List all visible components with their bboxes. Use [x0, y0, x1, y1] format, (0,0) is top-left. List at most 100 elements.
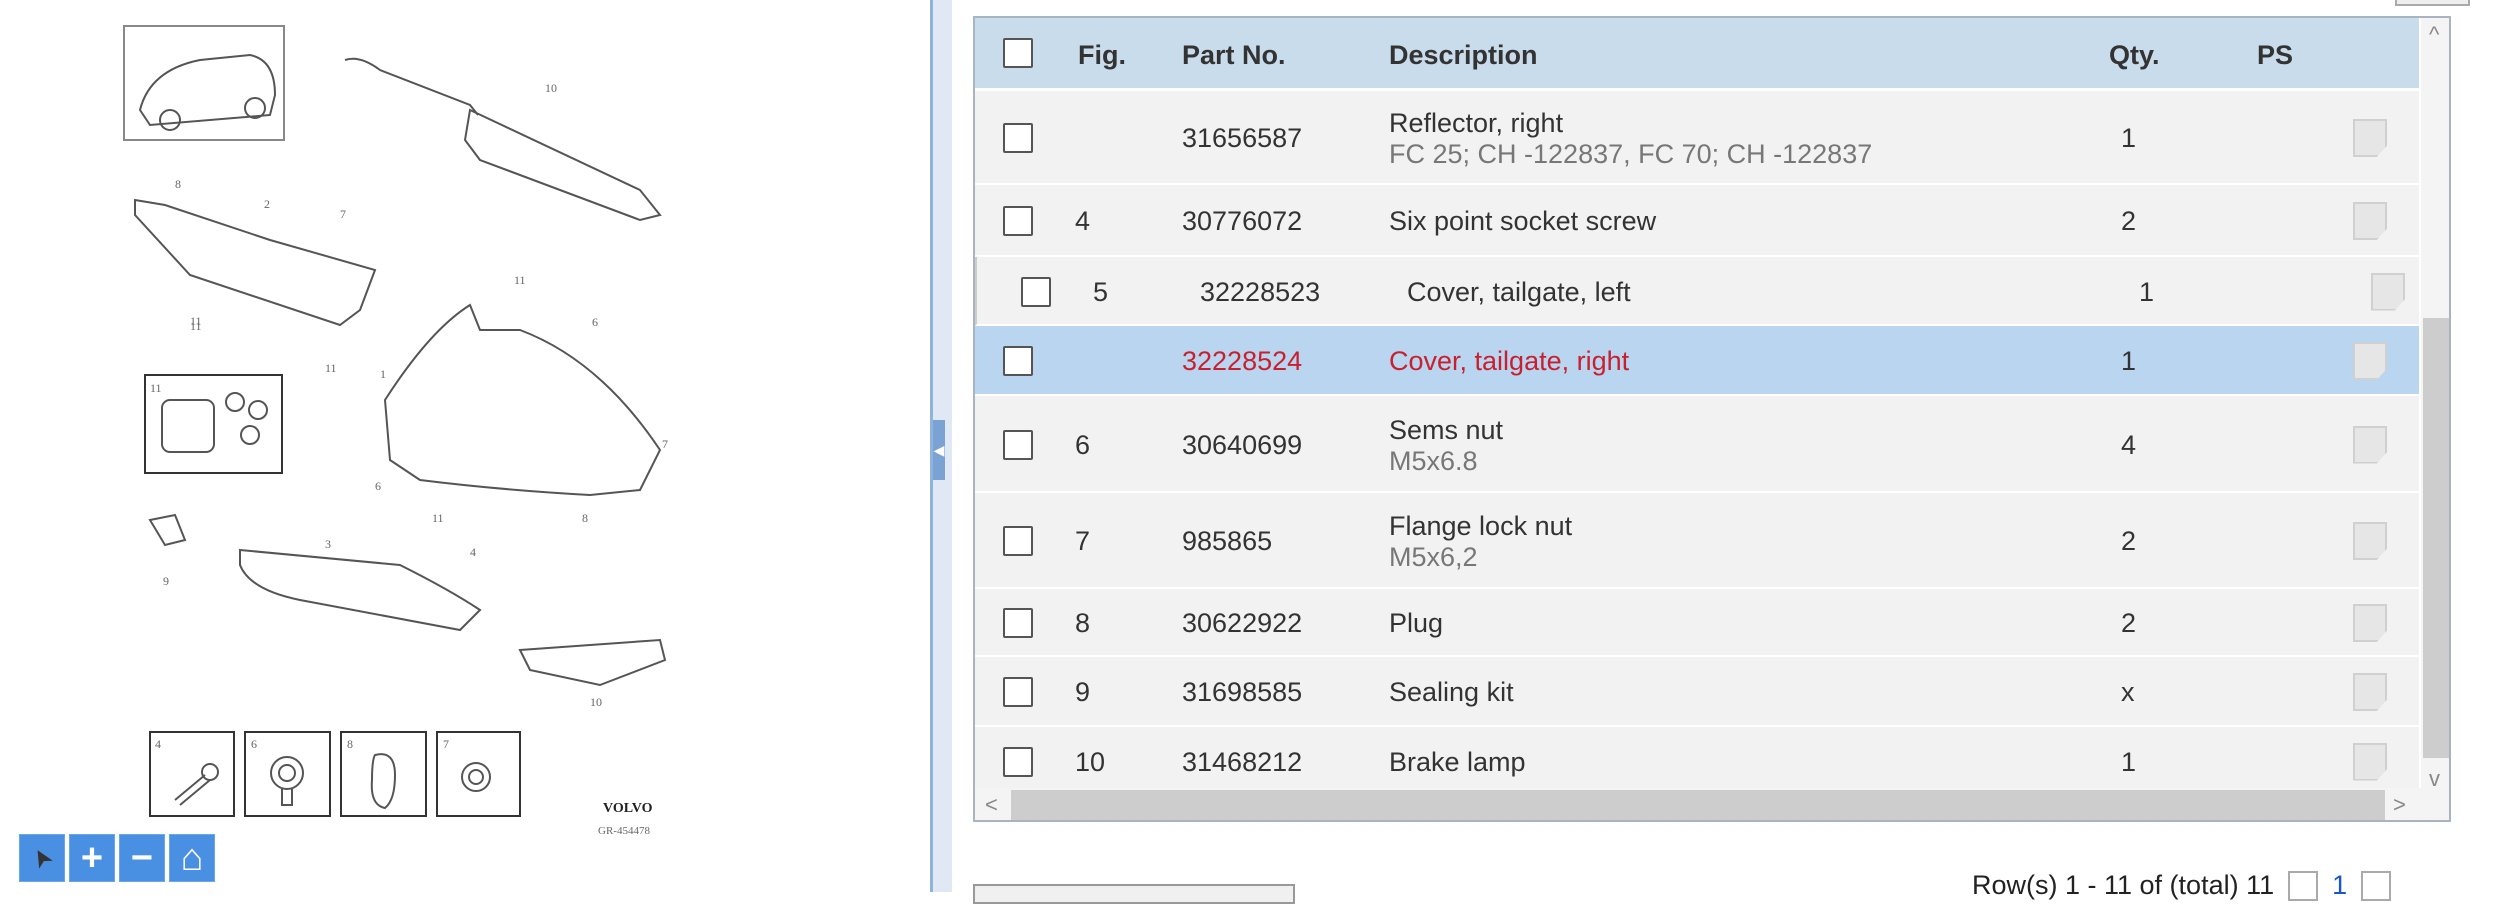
- panel-splitter[interactable]: ◀: [930, 0, 952, 892]
- part-no-cell[interactable]: 30622922: [1182, 608, 1302, 639]
- home-icon: ⌂: [180, 836, 204, 879]
- header-qty[interactable]: Qty.: [2109, 40, 2160, 71]
- table-row[interactable]: 7 985865 Flange lock nut M5x6,2 2: [975, 493, 2419, 589]
- table-row[interactable]: 9 31698585 Sealing kit x: [975, 657, 2419, 727]
- current-page[interactable]: 1: [2332, 870, 2347, 901]
- note-icon[interactable]: [2353, 522, 2387, 560]
- vertical-scrollbar[interactable]: ^ v: [2421, 18, 2449, 820]
- callout: 6: [592, 315, 598, 329]
- row-checkbox[interactable]: [1003, 677, 1033, 707]
- row-checkbox[interactable]: [1003, 429, 1033, 460]
- row-checkbox[interactable]: [1003, 123, 1033, 153]
- parts-table: Fig. Part No. Description Qty. PS 316565…: [973, 16, 2451, 822]
- part-no-cell[interactable]: 32228524: [1182, 346, 1302, 377]
- top-button[interactable]: [2395, 0, 2470, 6]
- horizontal-scrollbar[interactable]: < >: [975, 788, 2421, 820]
- fig-cell: 4: [1075, 206, 1091, 236]
- table-row[interactable]: 32228524 Cover, tailgate, right 1: [975, 326, 2419, 396]
- part-no-cell[interactable]: 30640699: [1182, 430, 1302, 461]
- qty-cell: 2: [2121, 608, 2137, 638]
- row-checkbox[interactable]: [1021, 276, 1051, 307]
- description-text: Brake lamp: [1389, 746, 1526, 777]
- cursor-icon: ➤: [26, 843, 58, 872]
- row-checkbox[interactable]: [1003, 206, 1033, 236]
- fig-cell: 10: [1075, 746, 1106, 777]
- select-all-checkbox[interactable]: [1003, 38, 1033, 68]
- table-row[interactable]: 31656587 Reflector, right FC 25; CH -1228…: [975, 91, 2419, 185]
- row-checkbox[interactable]: [1003, 346, 1033, 376]
- zoom-in-button[interactable]: +: [69, 834, 115, 882]
- bottom-button[interactable]: [973, 884, 1295, 904]
- note-icon[interactable]: [2353, 342, 2387, 380]
- description-text: Six point socket screw: [1389, 206, 1657, 236]
- qty-cell: 4: [2121, 429, 2137, 460]
- header-fig[interactable]: Fig.: [1078, 40, 1126, 71]
- fastener-label: 7: [443, 737, 449, 751]
- part-no-cell[interactable]: 31468212: [1182, 747, 1302, 778]
- description-text: Plug: [1389, 608, 1444, 638]
- description-cell: Reflector, right FC 25; CH -122837, FC 70…: [1389, 108, 1872, 170]
- row-checkbox[interactable]: [1003, 526, 1033, 556]
- note-icon[interactable]: [2353, 742, 2387, 781]
- fig-cell: 8: [1075, 608, 1091, 638]
- fastener-box-4: [149, 731, 235, 817]
- table-row[interactable]: 8 30622922 Plug 2: [975, 589, 2419, 657]
- fig-cell: 5: [1093, 276, 1109, 307]
- callout: 10: [590, 695, 602, 709]
- qty-cell: 1: [2121, 746, 2137, 777]
- description-cell: Six point socket screw: [1389, 206, 1656, 237]
- description-cell: Flange lock nut M5x6,2: [1389, 511, 1572, 573]
- description-text: Sealing kit: [1389, 677, 1514, 707]
- callout: 7: [662, 437, 668, 451]
- part-no-cell[interactable]: 31698585: [1182, 677, 1302, 708]
- description-text: Sems nut: [1389, 414, 1504, 445]
- part-no-cell[interactable]: 32228523: [1200, 277, 1320, 308]
- description-sub: M5x6.8: [1389, 445, 1478, 476]
- prev-page-button[interactable]: [2288, 870, 2319, 901]
- qty-cell: 2: [2121, 206, 2137, 236]
- volvo-logo: VOLVO: [603, 801, 653, 816]
- minus-icon: −: [130, 836, 154, 879]
- car-icon: [138, 53, 277, 127]
- callout: 8: [175, 177, 181, 191]
- note-icon[interactable]: [2353, 425, 2387, 464]
- description-cell: Sems nut M5x6.8: [1389, 415, 1503, 477]
- fastener-box-8: [340, 731, 427, 817]
- fig-cell: 6: [1075, 429, 1091, 460]
- description-text: Cover, tailgate, right: [1389, 346, 1630, 376]
- table-row[interactable]: 4 30776072 Six point socket screw 2: [975, 185, 2419, 257]
- callout: 4: [470, 545, 476, 559]
- table-header: Fig. Part No. Description Qty. PS: [975, 18, 2419, 90]
- header-ps[interactable]: PS: [2257, 40, 2293, 71]
- table-row[interactable]: 10 31468212 Brake lamp 1: [975, 727, 2419, 796]
- note-icon[interactable]: [2371, 272, 2405, 311]
- home-button[interactable]: ⌂: [169, 834, 215, 882]
- qty-cell: 2: [2121, 526, 2137, 556]
- row-checkbox[interactable]: [1003, 746, 1033, 777]
- header-description[interactable]: Description: [1389, 40, 1538, 71]
- callout: 11: [325, 361, 337, 375]
- reflector-drawing: [239, 548, 482, 632]
- table-row[interactable]: 5 32228523 Cover, tailgate, left 1: [975, 257, 2419, 326]
- part-no-cell[interactable]: 30776072: [1182, 206, 1302, 237]
- diagram-panel: 10 8 2 7 11 11 11 1 6 6 7 11 8 11 9 3 4 …: [0, 0, 930, 892]
- table-row[interactable]: 6 30640699 Sems nut M5x6.8 4: [975, 396, 2419, 493]
- part-no-cell[interactable]: 985865: [1182, 526, 1272, 557]
- qty-cell: 1: [2139, 276, 2155, 307]
- note-icon[interactable]: [2353, 673, 2387, 711]
- exploded-parts-diagram[interactable]: 10 8 2 7 11 11 11 1 6 6 7 11 8 11 9 3 4 …: [0, 0, 930, 892]
- description-sub: M5x6,2: [1389, 542, 1478, 572]
- note-icon[interactable]: [2353, 202, 2387, 240]
- next-page-button[interactable]: [2361, 870, 2392, 901]
- collapse-arrow-icon[interactable]: ◀: [933, 420, 945, 480]
- description-cell: Cover, tailgate, left: [1407, 277, 1631, 308]
- select-tool-button[interactable]: ➤: [19, 834, 65, 882]
- zoom-out-button[interactable]: −: [119, 834, 165, 882]
- note-icon[interactable]: [2353, 119, 2387, 157]
- header-part-no[interactable]: Part No.: [1182, 40, 1286, 71]
- description-text: Flange lock nut: [1389, 511, 1573, 541]
- part-no-cell[interactable]: 31656587: [1182, 123, 1302, 154]
- row-checkbox[interactable]: [1003, 608, 1033, 638]
- note-icon[interactable]: [2353, 604, 2387, 642]
- callout: 6: [375, 479, 381, 493]
